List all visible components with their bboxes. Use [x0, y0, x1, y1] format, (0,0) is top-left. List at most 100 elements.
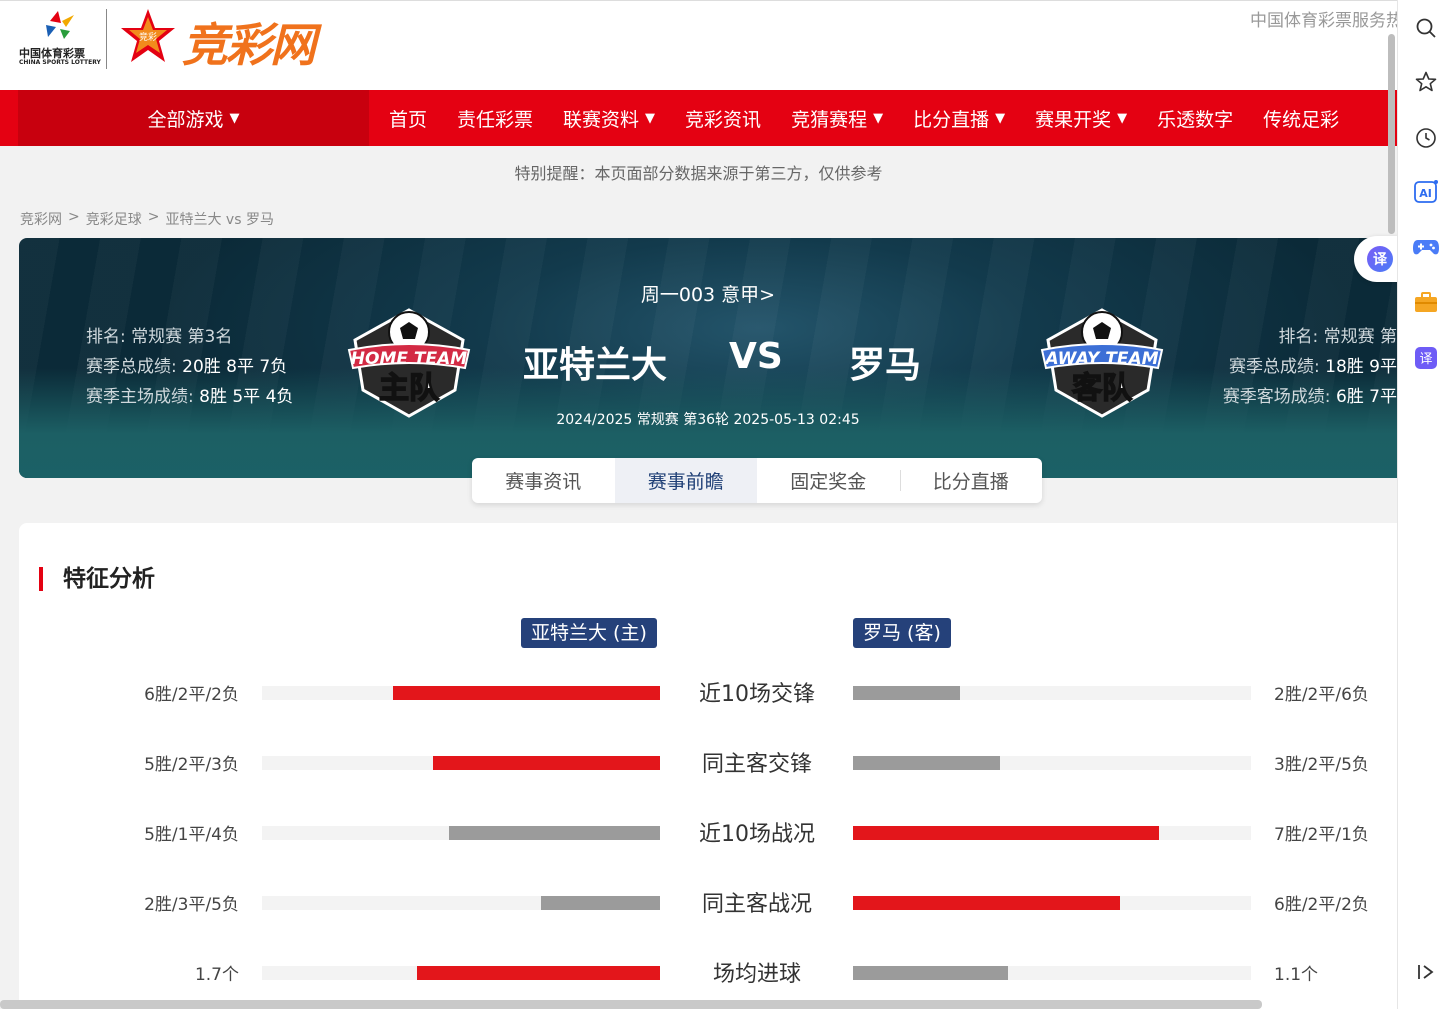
china-sports-lottery-logo[interactable]: 中国体育彩票 CHINA SPORTS LOTTERY	[14, 7, 104, 69]
game-icon[interactable]	[1412, 233, 1440, 261]
away-bar-track	[853, 896, 1251, 910]
nav-item-label: 比分直播	[913, 108, 990, 131]
home-team-tag: 亚特兰大 (主)	[521, 618, 657, 648]
nav-items: 首页 责任彩票 联赛资料 ▼ 竞彩资讯 竞猜赛程 ▼ 比分直播 ▼ 赛果开奖 ▼ 乐透数字 传统足彩	[374, 90, 1354, 146]
logo-en-text: CHINA SPORTS LOTTERY	[19, 59, 101, 66]
site-header: 中国体育彩票 CHINA SPORTS LOTTERY 竞彩 竞彩网 中国体育彩…	[0, 0, 1397, 90]
home-bar-fill	[449, 826, 660, 840]
analysis-row: 5胜/1平/4负 近10场战况 7胜/2平/1负	[19, 818, 1397, 848]
breadcrumb: 竞彩网 > 竞彩足球 > 亚特兰大 vs 罗马	[20, 209, 274, 229]
nav-item[interactable]: 乐透数字	[1142, 105, 1248, 132]
chevron-down-icon: ▼	[873, 110, 884, 126]
home-stat-value: 2胜/3平/5负	[144, 895, 239, 915]
all-games-label: 全部游戏	[147, 108, 224, 131]
away-team-badge: AWAY TEAM 客队	[1040, 308, 1164, 418]
chevron-down-icon: ▼	[645, 110, 656, 126]
brand-name: 竞彩网	[182, 18, 316, 72]
collapse-icon[interactable]	[1412, 958, 1440, 986]
history-icon[interactable]	[1412, 124, 1440, 152]
analysis-row: 1.7个 场均进球 1.1个	[19, 958, 1397, 988]
nav-item-label: 传统足彩	[1263, 108, 1340, 131]
stat-label: 同主客交锋	[701, 752, 812, 777]
ai-icon[interactable]: AI	[1412, 178, 1440, 206]
search-icon[interactable]	[1412, 14, 1440, 42]
notice-text: 特别提醒：本页面部分数据来源于第三方，仅供参考	[514, 164, 883, 183]
home-bar-track	[262, 826, 660, 840]
nav-item[interactable]: 责任彩票	[442, 105, 548, 132]
home-stat-value: 5胜/1平/4负	[144, 825, 239, 845]
home-bar-track	[262, 686, 660, 700]
home-team-name[interactable]: 亚特兰大	[523, 336, 667, 388]
home-bar-track	[262, 756, 660, 770]
away-badge-top: AWAY TEAM	[1043, 349, 1158, 369]
match-banner: 周一003 意甲> 排名: 常规赛 第3名 赛季总成绩: 20胜 8平 7负 赛…	[19, 238, 1397, 478]
away-team-info: 排名: 常规赛 第 赛季总成绩: 18胜 9平 赛季客场成绩: 6胜 7平	[1223, 322, 1397, 412]
tab[interactable]: 比分直播	[899, 458, 1043, 503]
chevron-down-icon: ▼	[1117, 110, 1128, 126]
league-link[interactable]: 周一003 意甲>	[19, 280, 1397, 307]
nav-item-label: 竞猜赛程	[791, 108, 868, 131]
jingcai-brand-logo[interactable]: 竞彩 竞彩网	[118, 7, 358, 72]
analysis-row: 6胜/2平/2负 近10场交锋 2胜/2平/6负	[19, 678, 1397, 708]
home-team-info: 排名: 常规赛 第3名 赛季总成绩: 20胜 8平 7负 赛季主场成绩: 8胜 …	[86, 322, 293, 412]
nav-item[interactable]: 比分直播 ▼	[898, 105, 1020, 132]
stat-label: 场均进球	[712, 962, 801, 987]
home-rank: 排名: 常规赛 第3名	[86, 327, 233, 347]
nav-item[interactable]: 竞彩资讯	[670, 105, 776, 132]
horizontal-scrollbar[interactable]	[0, 1000, 1262, 1009]
translate-icon[interactable]: 译	[1412, 344, 1440, 372]
nav-item[interactable]: 联赛资料 ▼	[548, 105, 670, 132]
away-team-tag: 罗马 (客)	[853, 618, 951, 648]
away-stat-value: 3胜/2平/5负	[1274, 755, 1369, 775]
away-bar-track	[853, 826, 1251, 840]
away-bar-fill	[853, 966, 1009, 980]
home-badge-main: 主队	[379, 371, 440, 406]
service-hotline-text: 中国体育彩票服务热	[1250, 11, 1397, 31]
away-stat-value: 7胜/2平/1负	[1274, 825, 1369, 845]
tab[interactable]: 赛事前瞻	[614, 458, 757, 503]
breadcrumb-football[interactable]: 竞彩足球	[86, 209, 142, 229]
breadcrumb-home[interactable]: 竞彩网	[20, 209, 62, 229]
nav-item-label: 赛果开奖	[1035, 108, 1112, 131]
brand-badge-text: 竞彩	[139, 31, 157, 43]
svg-text:译: 译	[1419, 352, 1432, 367]
nav-item[interactable]: 传统足彩	[1248, 105, 1354, 132]
away-rank: 排名: 常规赛 第	[1278, 327, 1397, 347]
stat-label: 近10场战况	[699, 822, 815, 847]
breadcrumb-current: 亚特兰大 vs 罗马	[165, 212, 274, 228]
home-bar-fill	[393, 686, 660, 700]
scrollbar-thumb[interactable]	[1388, 34, 1395, 234]
away-bar-track	[853, 756, 1251, 770]
breadcrumb-separator: >	[68, 209, 80, 225]
translate-icon: 译	[1367, 246, 1393, 272]
briefcase-icon[interactable]	[1412, 288, 1440, 316]
all-games-menu[interactable]: 全部游戏 ▼	[18, 90, 369, 146]
nav-item-label: 联赛资料	[563, 108, 640, 131]
home-venue-record: 赛季主场成绩: 8胜 5平 4负	[86, 387, 294, 407]
browser-side-rail: AI 译	[1397, 0, 1451, 1009]
nav-item[interactable]: 首页	[374, 105, 442, 132]
translate-float-button[interactable]: 译	[1354, 236, 1400, 282]
star-icon[interactable]	[1412, 68, 1440, 96]
breadcrumb-separator: >	[147, 209, 160, 225]
away-season-record: 赛季总成绩: 18胜 9平	[1229, 357, 1397, 377]
tab[interactable]: 固定奖金	[757, 458, 900, 503]
match-meta: 2024/2025 常规赛 第36轮 2025-05-13 02:45	[556, 412, 860, 428]
tab[interactable]: 赛事资讯	[472, 458, 615, 503]
away-team-name[interactable]: 罗马	[849, 336, 921, 388]
nav-item-label: 责任彩票	[457, 108, 534, 131]
chevron-down-icon: ▼	[229, 110, 240, 126]
logo-divider	[106, 9, 107, 69]
away-badge-main: 客队	[1072, 371, 1133, 406]
home-bar-fill	[433, 756, 660, 770]
away-stat-value: 1.1个	[1274, 965, 1319, 985]
nav-item[interactable]: 赛果开奖 ▼	[1020, 105, 1142, 132]
away-bar-fill	[853, 686, 961, 700]
nav-item[interactable]: 竞猜赛程 ▼	[776, 105, 898, 132]
home-stat-value: 1.7个	[194, 965, 239, 985]
home-badge-top: HOME TEAM	[351, 349, 467, 369]
home-bar-fill	[540, 896, 660, 910]
away-bar-track	[853, 686, 1251, 700]
vertical-scrollbar[interactable]	[1386, 0, 1397, 1009]
nav-item-label: 乐透数字	[1157, 108, 1234, 131]
